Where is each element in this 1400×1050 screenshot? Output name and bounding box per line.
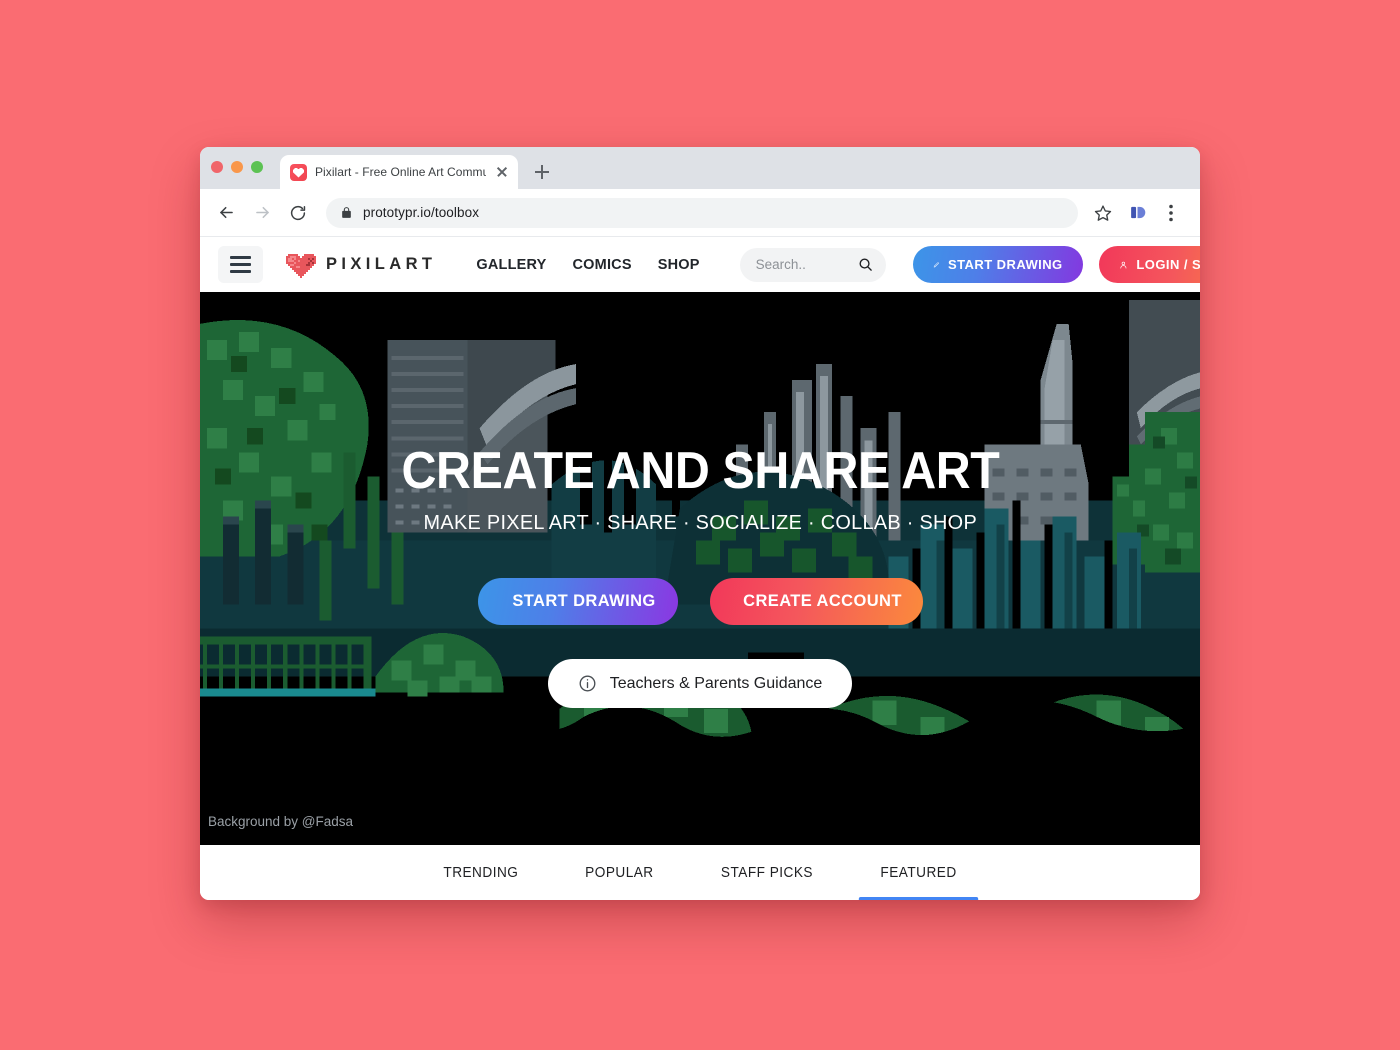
brand-name: PIXILART — [326, 255, 437, 273]
header-login-signup-label: LOGIN / SIGN UP — [1136, 257, 1200, 272]
tab-staff-picks[interactable]: STAFF PICKS — [692, 845, 842, 900]
browser-toolbar: prototypr.io/toolbox — [200, 189, 1200, 237]
address-bar[interactable]: prototypr.io/toolbox — [326, 197, 1078, 228]
reload-icon[interactable] — [282, 197, 314, 229]
teachers-parents-guidance-button[interactable]: Teachers & Parents Guidance — [547, 659, 853, 709]
browser-tab-title: Pixilart - Free Online Art Commun — [315, 165, 486, 179]
close-tab-icon[interactable] — [494, 164, 510, 180]
hero-content: CREATE AND SHARE ART MAKE PIXEL ART · SH… — [200, 292, 1200, 845]
lock-icon — [342, 207, 351, 218]
maximize-window-button[interactable] — [251, 161, 263, 173]
hero-cta-group: START DRAWING CREATE ACCOUNT — [477, 578, 923, 626]
hero-start-drawing-button[interactable]: START DRAWING — [477, 578, 678, 626]
page-title: CREATE AND SHARE ART — [401, 442, 999, 500]
tab-featured[interactable]: FEATURED — [851, 845, 985, 900]
hero-create-account-button[interactable]: CREATE ACCOUNT — [709, 578, 923, 626]
pixilart-heart-favicon — [290, 163, 307, 181]
hero-create-account-label: CREATE ACCOUNT — [743, 592, 902, 611]
header-start-drawing-label: START DRAWING — [947, 257, 1063, 272]
menu-hamburger-icon[interactable] — [218, 246, 263, 283]
primary-nav: GALLERY COMICS SHOP — [476, 257, 699, 273]
nav-item-shop[interactable]: SHOP — [658, 257, 700, 273]
hero-section: CREATE AND SHARE ART MAKE PIXEL ART · SH… — [200, 292, 1200, 845]
teachers-parents-guidance-label: Teachers & Parents Guidance — [609, 674, 823, 692]
hero-subtitle: MAKE PIXEL ART · SHARE · SOCIALIZE · COL… — [423, 511, 977, 535]
address-bar-url: prototypr.io/toolbox — [363, 205, 480, 220]
forward-arrow-icon[interactable] — [246, 197, 278, 229]
new-tab-icon[interactable] — [528, 158, 556, 186]
search-placeholder: Search.. — [755, 257, 806, 272]
browser-menu-icon[interactable] — [1156, 198, 1186, 228]
pencil-icon — [933, 261, 939, 267]
search-icon — [859, 258, 872, 271]
tab-trending[interactable]: TRENDING — [414, 845, 547, 900]
bookmark-star-icon[interactable] — [1088, 198, 1118, 228]
browser-profile-icon[interactable] — [1122, 198, 1152, 228]
header-login-signup-button[interactable]: LOGIN / SIGN UP — [1098, 246, 1200, 283]
info-icon — [579, 675, 596, 692]
hero-start-drawing-label: START DRAWING — [512, 592, 656, 611]
tab-popular[interactable]: POPULAR — [556, 845, 683, 900]
pixilart-logo[interactable]: PIXILART — [286, 252, 436, 278]
browser-tab[interactable]: Pixilart - Free Online Art Commun — [280, 155, 518, 189]
browser-window: Pixilart - Free Online Art Commun protot… — [200, 147, 1200, 900]
minimize-window-button[interactable] — [231, 161, 243, 173]
window-controls — [211, 161, 263, 173]
header-start-drawing-button[interactable]: START DRAWING — [912, 246, 1083, 283]
pixel-heart-icon — [286, 253, 316, 278]
content-tabs: TRENDING POPULAR STAFF PICKS FEATURED — [200, 845, 1200, 900]
browser-tabstrip: Pixilart - Free Online Art Commun — [200, 147, 1200, 189]
close-window-button[interactable] — [211, 161, 223, 173]
person-icon — [1120, 261, 1126, 268]
search-input[interactable]: Search.. — [739, 247, 886, 282]
nav-item-gallery[interactable]: GALLERY — [476, 257, 546, 273]
site-header: PIXILART GALLERY COMICS SHOP Search.. ST… — [200, 237, 1200, 292]
nav-item-comics[interactable]: COMICS — [573, 257, 632, 273]
back-arrow-icon[interactable] — [210, 197, 242, 229]
background-credit: Background by @Fadsa — [208, 814, 354, 829]
